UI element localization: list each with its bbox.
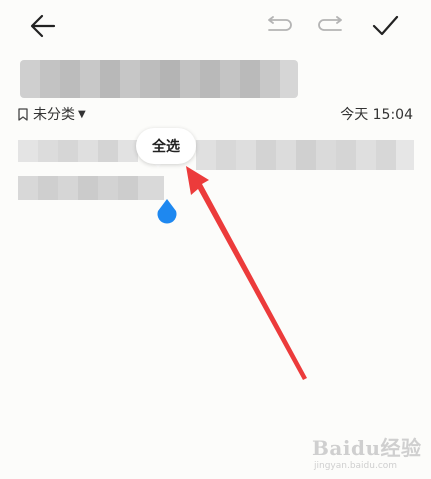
confirm-button[interactable] xyxy=(370,11,400,41)
chevron-down-icon: ▼ xyxy=(78,108,86,120)
redo-icon xyxy=(318,16,342,31)
note-body-line-2-blurred[interactable] xyxy=(18,176,164,200)
back-button[interactable] xyxy=(28,11,58,41)
watermark-logo: Baidu经验 xyxy=(312,436,422,460)
cursor-drop-handle[interactable] xyxy=(154,198,180,224)
undo-button[interactable] xyxy=(263,11,293,41)
undo-icon xyxy=(268,16,292,31)
back-arrow-icon xyxy=(30,14,56,38)
bookmark-icon xyxy=(18,107,28,121)
editor-toolbar xyxy=(0,0,431,54)
select-all-popup[interactable]: 全选 xyxy=(136,128,196,164)
note-title-blurred[interactable] xyxy=(20,60,298,98)
select-all-button[interactable]: 全选 xyxy=(152,136,180,156)
category-selector[interactable]: 未分类 ▼ xyxy=(18,104,86,124)
category-label: 未分类 xyxy=(33,107,75,123)
note-meta-row: 未分类 ▼ 今天 15:04 xyxy=(18,104,413,124)
note-datetime: 今天 15:04 xyxy=(340,107,413,123)
check-icon xyxy=(372,15,399,36)
note-body-line-1b-blurred[interactable] xyxy=(196,140,414,170)
watermark: Baidu经验 jingyan.baidu.com xyxy=(312,432,422,472)
watermark-url: jingyan.baidu.com xyxy=(314,461,398,471)
note-body-line-1-blurred[interactable] xyxy=(18,140,138,162)
redo-button[interactable] xyxy=(317,11,347,41)
